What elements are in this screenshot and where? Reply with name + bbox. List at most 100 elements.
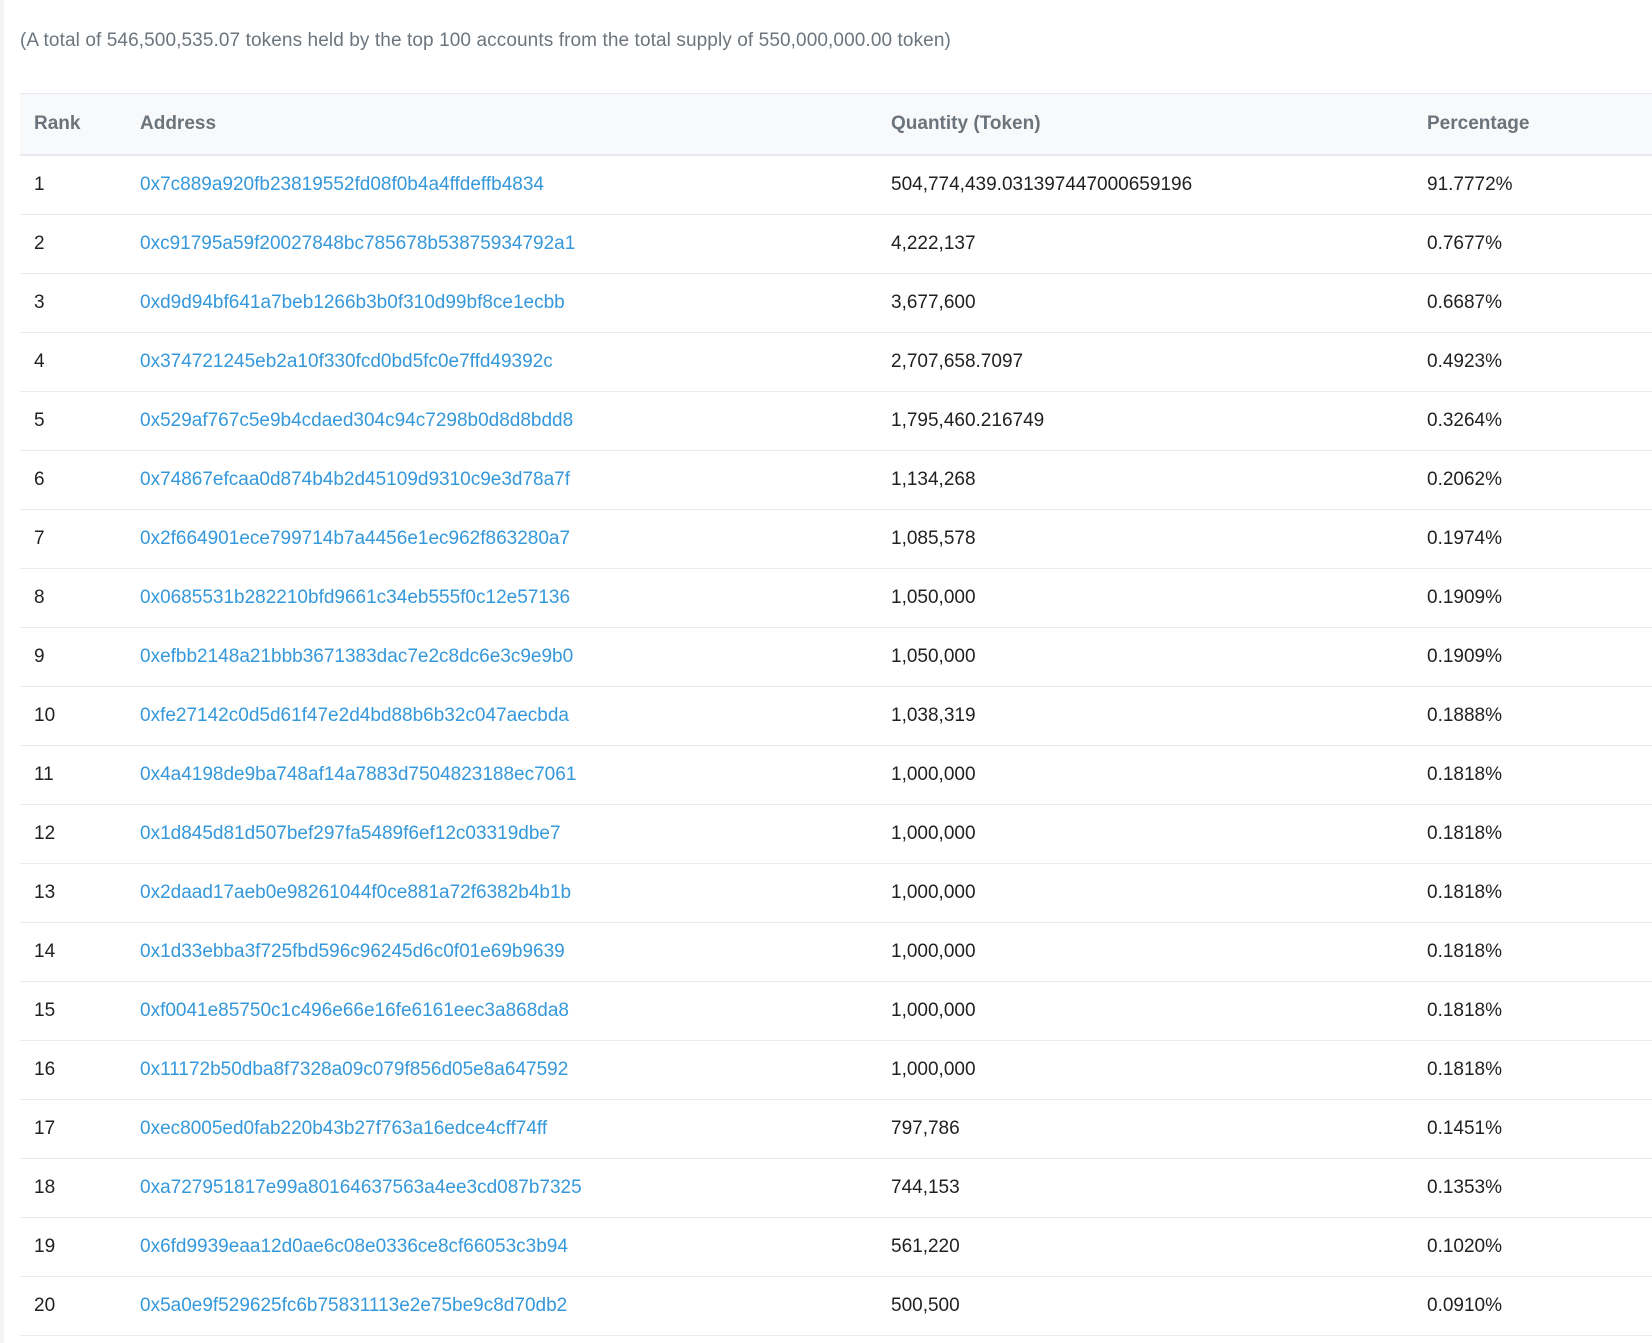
percentage-cell: 0.1353% [1413, 1158, 1652, 1218]
quantity-cell: 1,085,578 [877, 509, 1413, 569]
quantity-cell: 504,774,439.031397447000659196 [877, 155, 1413, 215]
address-link[interactable]: 0x2daad17aeb0e98261044f0ce881a72f6382b4b… [140, 882, 571, 904]
quantity-cell: 1,050,000 [877, 568, 1413, 628]
address-link[interactable]: 0x7c889a920fb23819552fd08f0b4a4ffdeffb48… [140, 174, 544, 196]
table-row: 6 0x74867efcaa0d874b4b2d45109d9310c9e3d78… [20, 450, 1652, 510]
table-header-row: Rank Address Quantity (Token) Percentage [20, 93, 1652, 156]
quantity-cell: 1,795,460.216749 [877, 391, 1413, 451]
rank-cell: 1 [20, 155, 126, 215]
address-cell: 0x11172b50dba8f7328a09c079f856d05e8a6475… [126, 1040, 877, 1100]
table-row: 20 0x5a0e9f529625fc6b75831113e2e75be9c8d7… [20, 1276, 1652, 1336]
rank-cell: 11 [20, 745, 126, 805]
table-row: 16 0x11172b50dba8f7328a09c079f856d05e8a64… [20, 1040, 1652, 1100]
address-cell: 0x74867efcaa0d874b4b2d45109d9310c9e3d78a… [126, 450, 877, 510]
address-column-header: Address [126, 93, 877, 156]
percentage-cell: 0.1818% [1413, 863, 1652, 923]
address-link[interactable]: 0x1d845d81d507bef297fa5489f6ef12c03319db… [140, 823, 561, 845]
holdings-summary: (A total of 546,500,535.07 tokens held b… [20, 30, 951, 51]
address-link[interactable]: 0xa727951817e99a80164637563a4ee3cd087b73… [140, 1177, 582, 1199]
address-link[interactable]: 0x374721245eb2a10f330fcd0bd5fc0e7ffd4939… [140, 351, 553, 373]
address-link[interactable]: 0x1d33ebba3f725fbd596c96245d6c0f01e69b96… [140, 941, 565, 963]
rank-cell: 9 [20, 627, 126, 687]
address-link[interactable]: 0xefbb2148a21bbb3671383dac7e2c8dc6e3c9e9… [140, 646, 573, 668]
address-cell: 0x374721245eb2a10f330fcd0bd5fc0e7ffd4939… [126, 332, 877, 392]
table-row: 12 0x1d845d81d507bef297fa5489f6ef12c03319… [20, 804, 1652, 864]
quantity-cell: 1,134,268 [877, 450, 1413, 510]
rank-cell: 15 [20, 981, 126, 1041]
quantity-cell: 1,000,000 [877, 922, 1413, 982]
percentage-cell: 0.4923% [1413, 332, 1652, 392]
percentage-cell: 0.3264% [1413, 391, 1652, 451]
quantity-cell: 3,677,600 [877, 273, 1413, 333]
address-link[interactable]: 0x529af767c5e9b4cdaed304c94c7298b0d8d8bd… [140, 410, 573, 432]
percentage-cell: 0.1818% [1413, 745, 1652, 805]
quantity-cell: 1,000,000 [877, 1040, 1413, 1100]
percentage-cell: 0.1818% [1413, 922, 1652, 982]
address-link[interactable]: 0xf0041e85750c1c496e66e16fe6161eec3a868d… [140, 1000, 569, 1022]
rank-cell: 13 [20, 863, 126, 923]
quantity-cell: 2,707,658.7097 [877, 332, 1413, 392]
table-row: 2 0xc91795a59f20027848bc785678b5387593479… [20, 214, 1652, 274]
address-link[interactable]: 0xc91795a59f20027848bc785678b53875934792… [140, 233, 575, 255]
quantity-cell: 1,000,000 [877, 804, 1413, 864]
rank-cell: 19 [20, 1217, 126, 1277]
table-row: 13 0x2daad17aeb0e98261044f0ce881a72f6382b… [20, 863, 1652, 923]
table-row: 14 0x1d33ebba3f725fbd596c96245d6c0f01e69b… [20, 922, 1652, 982]
table-row: 17 0xec8005ed0fab220b43b27f763a16edce4cff… [20, 1099, 1652, 1159]
rank-cell: 12 [20, 804, 126, 864]
table-row: 15 0xf0041e85750c1c496e66e16fe6161eec3a86… [20, 981, 1652, 1041]
rank-cell: 6 [20, 450, 126, 510]
quantity-cell: 1,000,000 [877, 745, 1413, 805]
address-cell: 0x0685531b282210bfd9661c34eb555f0c12e571… [126, 568, 877, 628]
percentage-cell: 0.2062% [1413, 450, 1652, 510]
address-link[interactable]: 0xec8005ed0fab220b43b27f763a16edce4cff74… [140, 1118, 547, 1140]
rank-cell: 7 [20, 509, 126, 569]
address-link[interactable]: 0x2f664901ece799714b7a4456e1ec962f863280… [140, 528, 570, 550]
rank-column-header: Rank [20, 93, 126, 156]
left-divider [0, 0, 4, 1343]
percentage-cell: 0.1888% [1413, 686, 1652, 746]
table-row: 7 0x2f664901ece799714b7a4456e1ec962f86328… [20, 509, 1652, 569]
percentage-cell: 0.1818% [1413, 1040, 1652, 1100]
address-link[interactable]: 0x74867efcaa0d874b4b2d45109d9310c9e3d78a… [140, 469, 570, 491]
percentage-cell: 0.1818% [1413, 804, 1652, 864]
quantity-cell: 4,222,137 [877, 214, 1413, 274]
percentage-cell: 0.1020% [1413, 1217, 1652, 1277]
address-link[interactable]: 0x5a0e9f529625fc6b75831113e2e75be9c8d70d… [140, 1295, 567, 1317]
quantity-cell: 1,038,319 [877, 686, 1413, 746]
address-cell: 0xec8005ed0fab220b43b27f763a16edce4cff74… [126, 1099, 877, 1159]
percentage-cell: 0.1909% [1413, 627, 1652, 687]
table-row: 10 0xfe27142c0d5d61f47e2d4bd88b6b32c047ae… [20, 686, 1652, 746]
address-link[interactable]: 0xfe27142c0d5d61f47e2d4bd88b6b32c047aecb… [140, 705, 569, 727]
rank-cell: 8 [20, 568, 126, 628]
address-cell: 0xd9d94bf641a7beb1266b3b0f310d99bf8ce1ec… [126, 273, 877, 333]
quantity-cell: 744,153 [877, 1158, 1413, 1218]
rank-cell: 5 [20, 391, 126, 451]
address-link[interactable]: 0x11172b50dba8f7328a09c079f856d05e8a6475… [140, 1059, 568, 1081]
table-header: Rank Address Quantity (Token) Percentage [20, 93, 1652, 156]
address-link[interactable]: 0xd9d94bf641a7beb1266b3b0f310d99bf8ce1ec… [140, 292, 565, 314]
table-row: 3 0xd9d94bf641a7beb1266b3b0f310d99bf8ce1e… [20, 273, 1652, 333]
address-cell: 0xc91795a59f20027848bc785678b53875934792… [126, 214, 877, 274]
rank-cell: 16 [20, 1040, 126, 1100]
address-cell: 0x2daad17aeb0e98261044f0ce881a72f6382b4b… [126, 863, 877, 923]
percentage-cell: 0.0910% [1413, 1276, 1652, 1336]
address-cell: 0x7c889a920fb23819552fd08f0b4a4ffdeffb48… [126, 155, 877, 215]
rank-cell: 2 [20, 214, 126, 274]
address-cell: 0x1d845d81d507bef297fa5489f6ef12c03319db… [126, 804, 877, 864]
address-link[interactable]: 0x0685531b282210bfd9661c34eb555f0c12e571… [140, 587, 570, 609]
table-row: 5 0x529af767c5e9b4cdaed304c94c7298b0d8d8b… [20, 391, 1652, 451]
address-cell: 0x1d33ebba3f725fbd596c96245d6c0f01e69b96… [126, 922, 877, 982]
table-row: 19 0x6fd9939eaa12d0ae6c08e0336ce8cf66053c… [20, 1217, 1652, 1277]
address-cell: 0x2f664901ece799714b7a4456e1ec962f863280… [126, 509, 877, 569]
quantity-cell: 1,000,000 [877, 863, 1413, 923]
percentage-cell: 0.1451% [1413, 1099, 1652, 1159]
percentage-cell: 0.6687% [1413, 273, 1652, 333]
address-link[interactable]: 0x4a4198de9ba748af14a7883d7504823188ec70… [140, 764, 576, 786]
address-cell: 0x6fd9939eaa12d0ae6c08e0336ce8cf66053c3b… [126, 1217, 877, 1277]
quantity-cell: 1,050,000 [877, 627, 1413, 687]
quantity-cell: 1,000,000 [877, 981, 1413, 1041]
percentage-cell: 0.7677% [1413, 214, 1652, 274]
address-link[interactable]: 0x6fd9939eaa12d0ae6c08e0336ce8cf66053c3b… [140, 1236, 568, 1258]
percentage-column-header: Percentage [1413, 93, 1652, 156]
